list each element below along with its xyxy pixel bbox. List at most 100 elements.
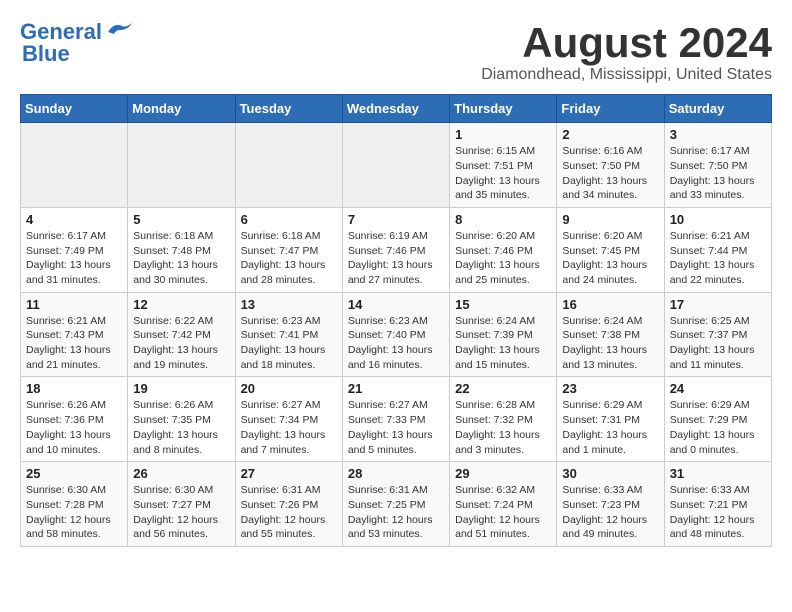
day-info: Sunrise: 6:18 AMSunset: 7:48 PMDaylight:… xyxy=(133,229,229,288)
day-info: Sunrise: 6:26 AMSunset: 7:36 PMDaylight:… xyxy=(26,398,122,457)
calendar-cell: 19Sunrise: 6:26 AMSunset: 7:35 PMDayligh… xyxy=(128,377,235,462)
weekday-header-monday: Monday xyxy=(128,95,235,123)
day-number: 18 xyxy=(26,381,122,396)
calendar-header: SundayMondayTuesdayWednesdayThursdayFrid… xyxy=(21,95,772,123)
day-info: Sunrise: 6:26 AMSunset: 7:35 PMDaylight:… xyxy=(133,398,229,457)
day-info: Sunrise: 6:15 AMSunset: 7:51 PMDaylight:… xyxy=(455,144,551,203)
day-number: 4 xyxy=(26,212,122,227)
day-number: 31 xyxy=(670,466,766,481)
day-info: Sunrise: 6:17 AMSunset: 7:49 PMDaylight:… xyxy=(26,229,122,288)
day-number: 15 xyxy=(455,297,551,312)
weekday-header-sunday: Sunday xyxy=(21,95,128,123)
week-row-1: 4 Sunrise: 6:17 AMSunset: 7:49 PMDaylight… xyxy=(21,207,772,292)
day-number: 29 xyxy=(455,466,551,481)
calendar-body: 1 Sunrise: 6:15 AMSunset: 7:51 PMDaylight… xyxy=(21,123,772,547)
weekday-header-saturday: Saturday xyxy=(664,95,771,123)
day-info: Sunrise: 6:27 AMSunset: 7:33 PMDaylight:… xyxy=(348,398,444,457)
calendar-cell: 1 Sunrise: 6:15 AMSunset: 7:51 PMDaylight… xyxy=(450,123,557,208)
day-number: 11 xyxy=(26,297,122,312)
calendar-cell: 14Sunrise: 6:23 AMSunset: 7:40 PMDayligh… xyxy=(342,292,449,377)
day-number: 16 xyxy=(562,297,658,312)
day-number: 3 xyxy=(670,127,766,142)
day-info: Sunrise: 6:33 AMSunset: 7:23 PMDaylight:… xyxy=(562,483,658,542)
day-number: 17 xyxy=(670,297,766,312)
week-row-0: 1 Sunrise: 6:15 AMSunset: 7:51 PMDaylight… xyxy=(21,123,772,208)
day-number: 12 xyxy=(133,297,229,312)
day-number: 14 xyxy=(348,297,444,312)
calendar-cell: 6 Sunrise: 6:18 AMSunset: 7:47 PMDaylight… xyxy=(235,207,342,292)
day-info: Sunrise: 6:33 AMSunset: 7:21 PMDaylight:… xyxy=(670,483,766,542)
day-info: Sunrise: 6:16 AMSunset: 7:50 PMDaylight:… xyxy=(562,144,658,203)
calendar-cell: 27 Sunrise: 6:31 AMSunset: 7:26 PMDayligh… xyxy=(235,462,342,547)
calendar-cell: 3 Sunrise: 6:17 AMSunset: 7:50 PMDaylight… xyxy=(664,123,771,208)
month-title: August 2024 xyxy=(481,20,772,66)
calendar-cell: 25 Sunrise: 6:30 AMSunset: 7:28 PMDayligh… xyxy=(21,462,128,547)
day-info: Sunrise: 6:19 AMSunset: 7:46 PMDaylight:… xyxy=(348,229,444,288)
calendar-cell: 12 Sunrise: 6:22 AMSunset: 7:42 PMDayligh… xyxy=(128,292,235,377)
day-info: Sunrise: 6:24 AMSunset: 7:38 PMDaylight:… xyxy=(562,314,658,373)
day-info: Sunrise: 6:17 AMSunset: 7:50 PMDaylight:… xyxy=(670,144,766,203)
day-number: 9 xyxy=(562,212,658,227)
weekday-header-wednesday: Wednesday xyxy=(342,95,449,123)
logo: General Blue xyxy=(20,20,134,67)
calendar-cell: 9 Sunrise: 6:20 AMSunset: 7:45 PMDaylight… xyxy=(557,207,664,292)
logo-blue: Blue xyxy=(22,41,70,67)
day-number: 6 xyxy=(241,212,337,227)
day-number: 10 xyxy=(670,212,766,227)
day-number: 27 xyxy=(241,466,337,481)
calendar-cell: 10Sunrise: 6:21 AMSunset: 7:44 PMDayligh… xyxy=(664,207,771,292)
calendar-cell: 29Sunrise: 6:32 AMSunset: 7:24 PMDayligh… xyxy=(450,462,557,547)
day-number: 1 xyxy=(455,127,551,142)
day-info: Sunrise: 6:29 AMSunset: 7:29 PMDaylight:… xyxy=(670,398,766,457)
day-info: Sunrise: 6:18 AMSunset: 7:47 PMDaylight:… xyxy=(241,229,337,288)
logo-bird-icon xyxy=(106,20,134,45)
day-info: Sunrise: 6:24 AMSunset: 7:39 PMDaylight:… xyxy=(455,314,551,373)
weekday-row: SundayMondayTuesdayWednesdayThursdayFrid… xyxy=(21,95,772,123)
day-number: 30 xyxy=(562,466,658,481)
day-number: 2 xyxy=(562,127,658,142)
calendar-cell: 18 Sunrise: 6:26 AMSunset: 7:36 PMDayligh… xyxy=(21,377,128,462)
day-number: 28 xyxy=(348,466,444,481)
week-row-4: 25 Sunrise: 6:30 AMSunset: 7:28 PMDayligh… xyxy=(21,462,772,547)
page-header: General Blue August 2024 Diamondhead, Mi… xyxy=(20,20,772,84)
day-number: 7 xyxy=(348,212,444,227)
day-info: Sunrise: 6:30 AMSunset: 7:28 PMDaylight:… xyxy=(26,483,122,542)
calendar-cell: 15 Sunrise: 6:24 AMSunset: 7:39 PMDayligh… xyxy=(450,292,557,377)
day-number: 22 xyxy=(455,381,551,396)
calendar-cell: 22 Sunrise: 6:28 AMSunset: 7:32 PMDayligh… xyxy=(450,377,557,462)
calendar-cell: 17 Sunrise: 6:25 AMSunset: 7:37 PMDayligh… xyxy=(664,292,771,377)
day-number: 24 xyxy=(670,381,766,396)
calendar-table: SundayMondayTuesdayWednesdayThursdayFrid… xyxy=(20,94,772,547)
calendar-cell xyxy=(128,123,235,208)
calendar-cell: 23Sunrise: 6:29 AMSunset: 7:31 PMDayligh… xyxy=(557,377,664,462)
calendar-cell: 26 Sunrise: 6:30 AMSunset: 7:27 PMDayligh… xyxy=(128,462,235,547)
day-number: 26 xyxy=(133,466,229,481)
day-info: Sunrise: 6:31 AMSunset: 7:26 PMDaylight:… xyxy=(241,483,337,542)
day-number: 13 xyxy=(241,297,337,312)
day-number: 8 xyxy=(455,212,551,227)
day-info: Sunrise: 6:25 AMSunset: 7:37 PMDaylight:… xyxy=(670,314,766,373)
day-number: 5 xyxy=(133,212,229,227)
calendar-cell: 30 Sunrise: 6:33 AMSunset: 7:23 PMDayligh… xyxy=(557,462,664,547)
calendar-cell: 13 Sunrise: 6:23 AMSunset: 7:41 PMDayligh… xyxy=(235,292,342,377)
calendar-cell: 20 Sunrise: 6:27 AMSunset: 7:34 PMDayligh… xyxy=(235,377,342,462)
day-info: Sunrise: 6:20 AMSunset: 7:45 PMDaylight:… xyxy=(562,229,658,288)
day-info: Sunrise: 6:27 AMSunset: 7:34 PMDaylight:… xyxy=(241,398,337,457)
day-info: Sunrise: 6:30 AMSunset: 7:27 PMDaylight:… xyxy=(133,483,229,542)
day-info: Sunrise: 6:23 AMSunset: 7:41 PMDaylight:… xyxy=(241,314,337,373)
calendar-cell: 2 Sunrise: 6:16 AMSunset: 7:50 PMDaylight… xyxy=(557,123,664,208)
day-info: Sunrise: 6:28 AMSunset: 7:32 PMDaylight:… xyxy=(455,398,551,457)
title-area: August 2024 Diamondhead, Mississippi, Un… xyxy=(481,20,772,84)
calendar-cell: 7 Sunrise: 6:19 AMSunset: 7:46 PMDaylight… xyxy=(342,207,449,292)
calendar-cell: 5 Sunrise: 6:18 AMSunset: 7:48 PMDaylight… xyxy=(128,207,235,292)
day-info: Sunrise: 6:22 AMSunset: 7:42 PMDaylight:… xyxy=(133,314,229,373)
calendar-cell: 11 Sunrise: 6:21 AMSunset: 7:43 PMDayligh… xyxy=(21,292,128,377)
day-info: Sunrise: 6:21 AMSunset: 7:43 PMDaylight:… xyxy=(26,314,122,373)
calendar-cell: 21Sunrise: 6:27 AMSunset: 7:33 PMDayligh… xyxy=(342,377,449,462)
day-number: 20 xyxy=(241,381,337,396)
day-number: 25 xyxy=(26,466,122,481)
weekday-header-thursday: Thursday xyxy=(450,95,557,123)
calendar-cell: 8Sunrise: 6:20 AMSunset: 7:46 PMDaylight… xyxy=(450,207,557,292)
day-info: Sunrise: 6:31 AMSunset: 7:25 PMDaylight:… xyxy=(348,483,444,542)
location: Diamondhead, Mississippi, United States xyxy=(481,66,772,84)
